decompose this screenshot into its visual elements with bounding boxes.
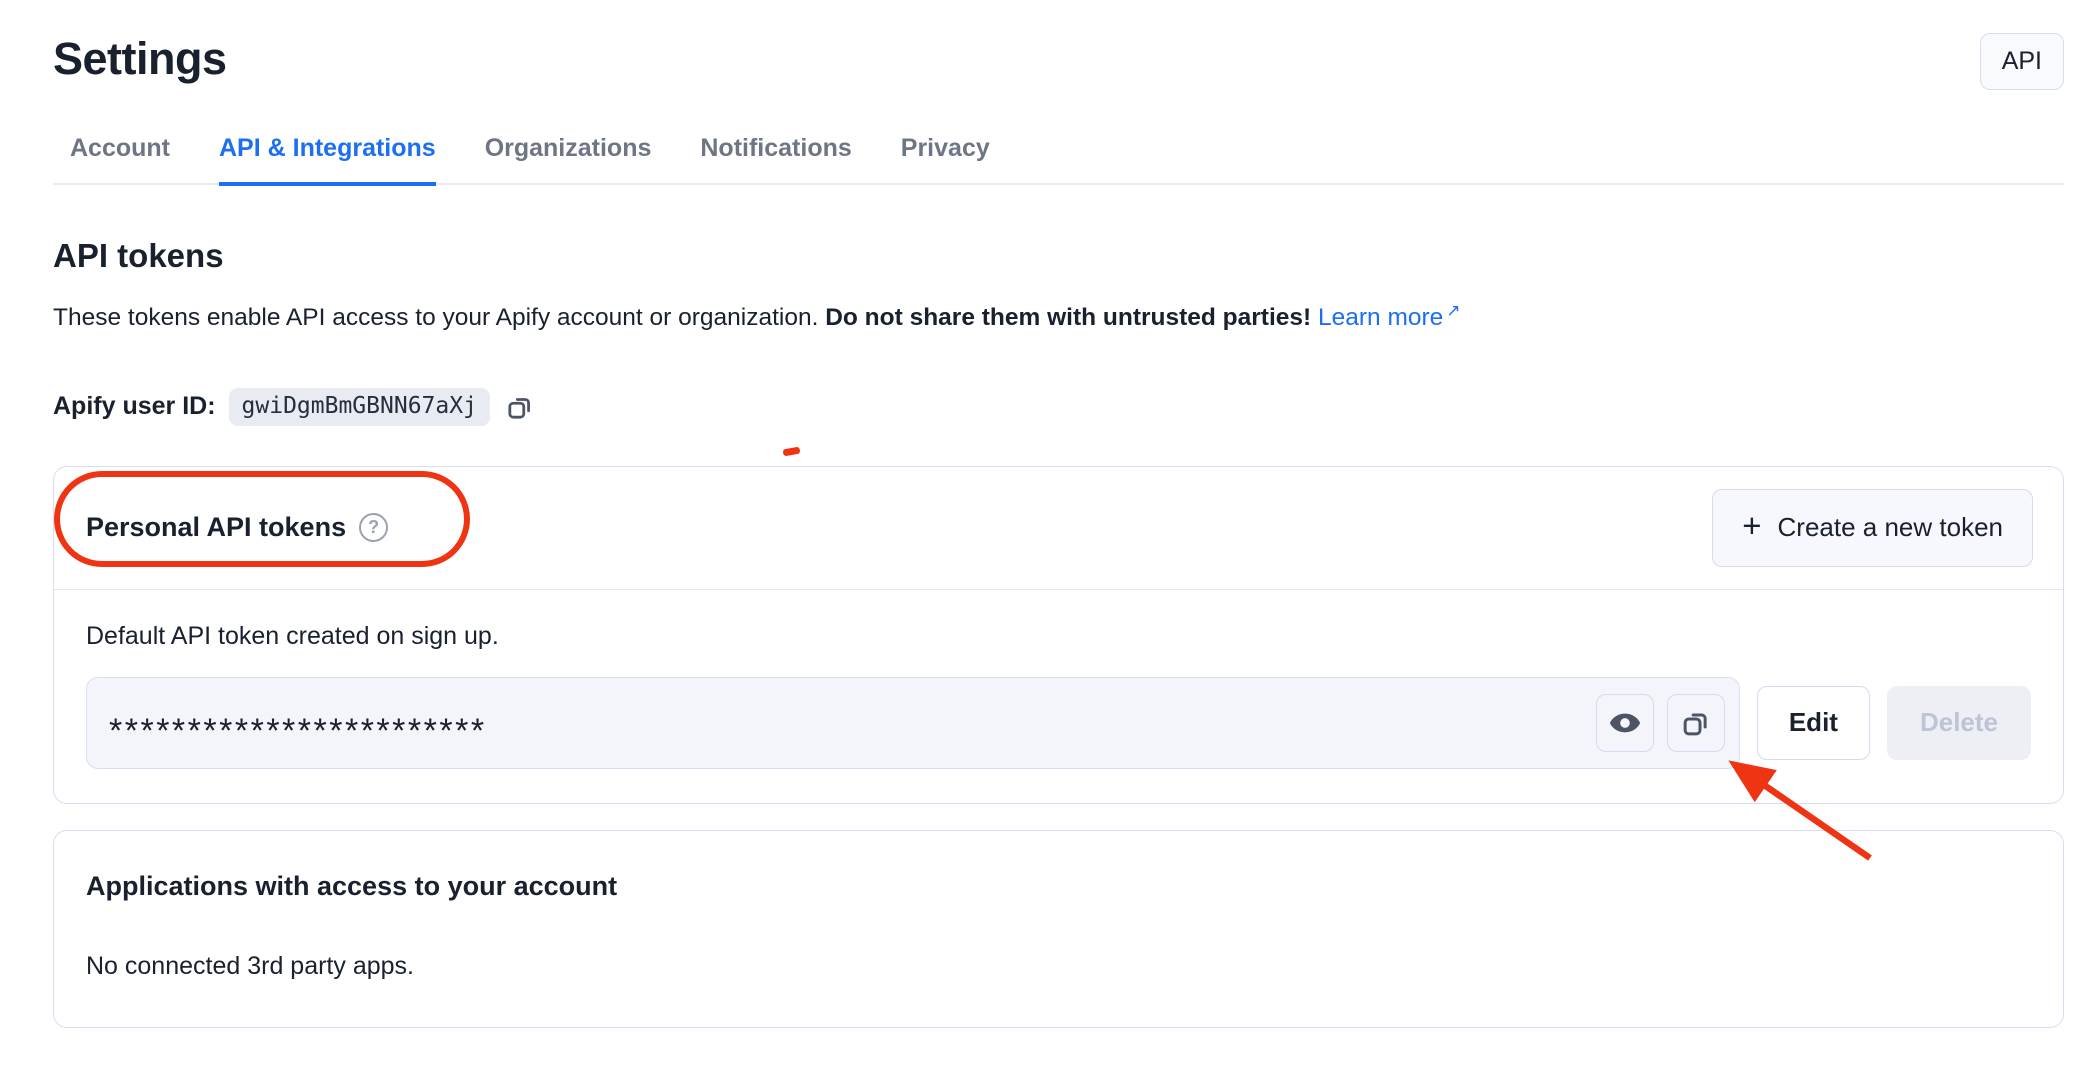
copy-token-button[interactable]	[1667, 694, 1725, 752]
eye-icon	[1608, 706, 1642, 740]
tab-account[interactable]: Account	[70, 124, 170, 186]
page-content: Settings API Account API & Integrations …	[0, 0, 2094, 1028]
api-button[interactable]: API	[1980, 33, 2064, 90]
create-new-token-button[interactable]: + Create a new token	[1712, 489, 2033, 567]
edit-token-button[interactable]: Edit	[1757, 686, 1870, 760]
personal-tokens-card-header: Personal API tokens ? + Create a new tok…	[54, 467, 2063, 590]
page-title: Settings	[53, 33, 227, 85]
api-tokens-description: These tokens enable API access to your A…	[53, 299, 2064, 336]
settings-tab-bar: Account API & Integrations Organizations…	[53, 124, 2064, 185]
masked-token-value: ************************	[109, 712, 487, 751]
tab-privacy[interactable]: Privacy	[901, 124, 990, 186]
tab-notifications[interactable]: Notifications	[700, 124, 851, 186]
create-new-token-label: Create a new token	[1778, 512, 2003, 543]
token-field-actions	[1596, 694, 1725, 752]
help-icon[interactable]: ?	[359, 513, 388, 542]
applications-empty-message: No connected 3rd party apps.	[86, 952, 2031, 981]
personal-api-tokens-card: Personal API tokens ? + Create a new tok…	[53, 466, 2064, 804]
plus-icon: +	[1742, 509, 1761, 542]
external-link-icon: ↗	[1446, 301, 1460, 320]
settings-page: Settings API Account API & Integrations …	[0, 0, 2094, 1090]
learn-more-link[interactable]: Learn more	[1318, 304, 1443, 331]
delete-token-button[interactable]: Delete	[1887, 686, 2031, 760]
user-id-row: Apify user ID: gwiDgmBmGBNN67aXj	[53, 388, 2064, 426]
description-warning: Do not share them with untrusted parties…	[825, 304, 1311, 331]
token-description: Default API token created on sign up.	[86, 622, 2031, 651]
description-text: These tokens enable API access to your A…	[53, 304, 818, 331]
copy-icon	[505, 392, 535, 422]
tab-organizations[interactable]: Organizations	[485, 124, 652, 186]
personal-tokens-card-body: Default API token created on sign up. **…	[54, 590, 2063, 803]
token-row: ************************	[86, 677, 2031, 769]
user-id-label: Apify user ID:	[53, 392, 216, 421]
copy-icon	[1680, 707, 1712, 739]
api-tokens-heading: API tokens	[53, 237, 2064, 275]
user-id-value: gwiDgmBmGBNN67aXj	[229, 388, 490, 426]
personal-tokens-title: Personal API tokens	[86, 512, 346, 543]
reveal-token-button[interactable]	[1596, 694, 1654, 752]
page-header: Settings API	[53, 33, 2064, 90]
masked-token-field[interactable]: ************************	[86, 677, 1740, 769]
personal-tokens-title-group: Personal API tokens ?	[86, 512, 388, 543]
tab-api-integrations[interactable]: API & Integrations	[219, 124, 436, 186]
applications-card-title: Applications with access to your account	[86, 871, 2031, 902]
copy-user-id-button[interactable]	[505, 392, 535, 422]
applications-card: Applications with access to your account…	[53, 830, 2064, 1028]
